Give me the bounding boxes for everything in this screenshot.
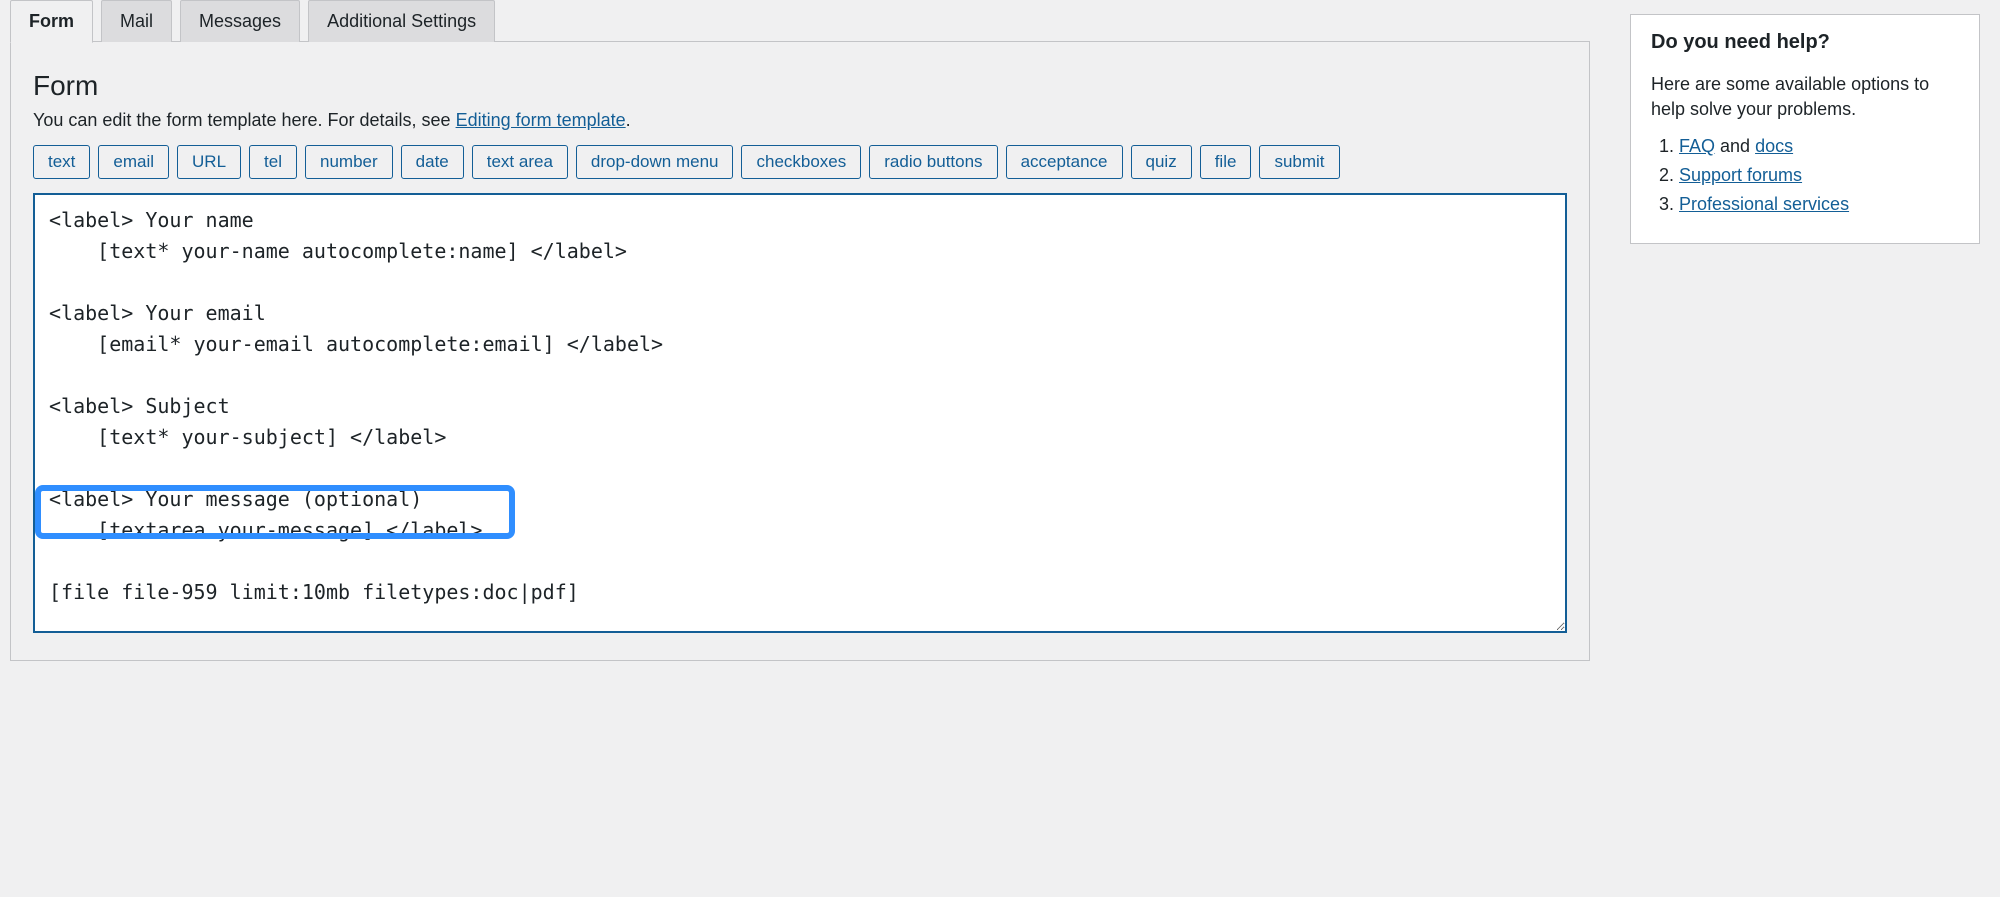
help-item-support: Support forums [1679,165,1959,186]
desc-text-prefix: You can edit the form template here. For… [33,110,456,130]
desc-text-suffix: . [626,110,631,130]
tag-submit-button[interactable]: submit [1259,145,1339,179]
help-item-pro: Professional services [1679,194,1959,215]
tag-date-button[interactable]: date [401,145,464,179]
faq-link[interactable]: FAQ [1679,136,1715,156]
tab-form[interactable]: Form [10,0,93,43]
help-intro: Here are some available options to help … [1651,72,1959,122]
help-box: Do you need help? Here are some availabl… [1630,14,1980,244]
tag-file-button[interactable]: file [1200,145,1252,179]
tag-textarea-button[interactable]: text area [472,145,568,179]
help-item-faq-docs: FAQ and docs [1679,136,1959,157]
section-title: Form [33,70,1567,102]
help-list: FAQ and docs Support forums Professional… [1651,136,1959,215]
tag-text-button[interactable]: text [33,145,90,179]
tab-additional-settings[interactable]: Additional Settings [308,0,495,42]
help-title: Do you need help? [1651,31,1959,54]
tag-checkboxes-button[interactable]: checkboxes [741,145,861,179]
tag-radio-button[interactable]: radio buttons [869,145,997,179]
tab-mail[interactable]: Mail [101,0,172,42]
tag-generator-row: text email URL tel number date text area… [33,145,1567,179]
form-template-editor[interactable] [33,193,1567,633]
tag-quiz-button[interactable]: quiz [1131,145,1192,179]
tag-email-button[interactable]: email [98,145,169,179]
tag-url-button[interactable]: URL [177,145,241,179]
tag-tel-button[interactable]: tel [249,145,297,179]
section-description: You can edit the form template here. For… [33,110,1567,131]
form-panel: Form You can edit the form template here… [10,41,1590,661]
tag-dropdown-button[interactable]: drop-down menu [576,145,734,179]
form-editor-wrap [33,193,1567,638]
professional-services-link[interactable]: Professional services [1679,194,1849,214]
tab-bar: Form Mail Messages Additional Settings [10,0,1590,42]
support-forums-link[interactable]: Support forums [1679,165,1802,185]
tag-number-button[interactable]: number [305,145,393,179]
tab-messages[interactable]: Messages [180,0,300,42]
tag-acceptance-button[interactable]: acceptance [1006,145,1123,179]
editing-form-template-link[interactable]: Editing form template [456,110,626,130]
docs-link[interactable]: docs [1755,136,1793,156]
faq-and-text: and [1715,136,1755,156]
